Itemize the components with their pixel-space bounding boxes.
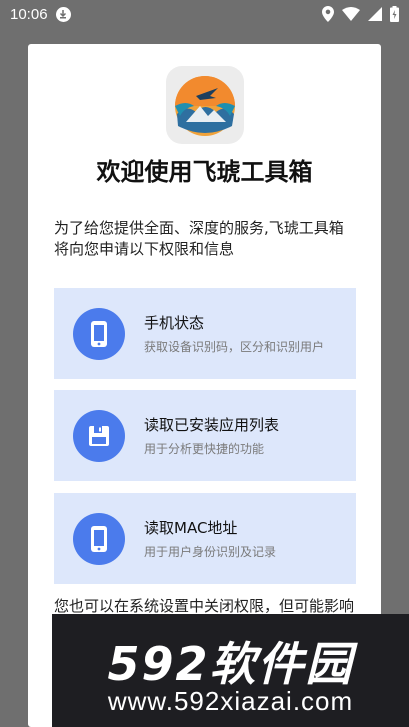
- status-icons: [322, 6, 399, 22]
- download-icon: [55, 6, 71, 22]
- permission-title: 读取已安装应用列表: [144, 416, 280, 434]
- status-time: 10:06: [10, 5, 48, 23]
- permission-desc: 用于用户身份识别及记录: [144, 545, 277, 559]
- permission-item-mac-address: 读取MAC地址 用于用户身份识别及记录: [54, 493, 356, 584]
- save-icon: [73, 409, 125, 462]
- dialog-intro: 为了给您提供全面、深度的服务,飞琥工具箱将向您申请以下权限和信息: [54, 219, 344, 258]
- signal-icon: [368, 7, 382, 21]
- permission-item-installed-apps: 读取已安装应用列表 用于分析更快捷的功能: [54, 390, 356, 481]
- battery-icon: [390, 6, 399, 22]
- location-icon: [322, 6, 334, 22]
- phone-icon: [73, 307, 125, 360]
- watermark-banner: 592软件园 www.592xiazai.com: [52, 614, 409, 727]
- watermark-logo-text: 592软件园: [107, 637, 354, 691]
- permission-item-phone-state: 手机状态 获取设备识别码，区分和识别用户: [54, 288, 356, 379]
- status-bar: 10:06: [0, 0, 409, 28]
- watermark-url: www.592xiazai.com: [107, 686, 354, 716]
- permission-title: 读取MAC地址: [144, 519, 238, 537]
- permission-desc: 获取设备识别码，区分和识别用户: [144, 340, 325, 354]
- app-logo: [166, 66, 244, 144]
- permission-desc: 用于分析更快捷的功能: [144, 442, 265, 456]
- permission-title: 手机状态: [144, 314, 205, 332]
- phone-icon: [73, 512, 125, 565]
- wifi-icon: [342, 7, 360, 21]
- dialog-title: 欢迎使用飞琥工具箱: [96, 158, 313, 186]
